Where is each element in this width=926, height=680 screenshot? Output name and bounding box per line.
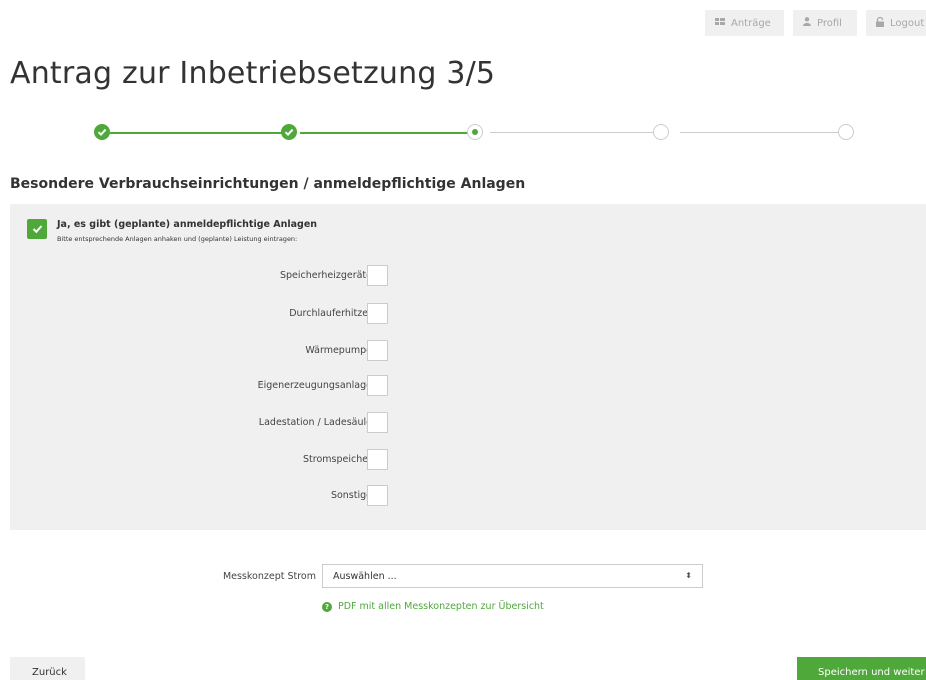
option-label: Ladestation / Ladesäule [258,417,372,428]
check-icon [284,128,294,137]
save-and-continue-button[interactable]: Speichern und weiter [797,657,926,680]
top-nav: Anträge Profil Logout [705,10,926,36]
option-eigenerzeugungsanlage: Eigenerzeugungsanlage [10,375,410,397]
option-label: Eigenerzeugungsanlage [257,380,372,391]
option-sonstige: Sonstige [10,485,410,507]
step-3-current [467,124,483,140]
user-icon [803,17,811,29]
logout-label: Logout [890,17,925,29]
anmeldepflichtig-checkbox[interactable] [27,219,47,239]
back-button[interactable]: Zurück [10,657,85,680]
messkonzept-selected-value: Auswählen ... [333,571,397,582]
grid-icon [715,17,725,29]
option-label: Wärmepumpe [305,345,372,356]
messkonzept-label: Messkonzept Strom [222,571,316,582]
step-2-done [281,124,297,140]
profil-button[interactable]: Profil [793,10,857,36]
option-label: Sonstige [330,490,372,501]
antraege-button[interactable]: Anträge [705,10,784,36]
step-1-done [94,124,110,140]
lock-icon [876,16,884,30]
pdf-messkonzepte-link[interactable]: ? PDF mit allen Messkonzepten zur Übersi… [322,601,544,612]
option-label: Durchlauferhitzer [289,308,372,319]
anmeldepflichtig-label: Ja, es gibt (geplante) anmeldepflichtige… [57,219,318,230]
check-icon [32,225,42,234]
option-stromspeicher: Stromspeicher [10,449,410,471]
step-5-todo [838,124,854,140]
progress-stepper [94,124,854,144]
antraege-label: Anträge [731,17,771,29]
anlagen-panel: Ja, es gibt (geplante) anmeldepflichtige… [10,204,926,530]
messkonzept-select[interactable]: Auswählen ... ⬍ [322,564,703,588]
option-ladestation: Ladestation / Ladesäule [10,412,410,434]
stepper-line [680,132,840,133]
option-checkbox[interactable] [367,412,388,433]
stepper-line [300,132,474,134]
option-checkbox[interactable] [367,485,388,506]
anmeldepflichtig-hint: Bitte entsprechende Anlagen anhaken und … [57,235,298,243]
question-icon: ? [322,601,332,612]
option-checkbox[interactable] [367,375,388,396]
option-label: Speicherheizgeräte [279,270,372,281]
option-checkbox[interactable] [367,340,388,361]
logout-button[interactable]: Logout [866,10,926,36]
step-4-todo [653,124,669,140]
option-waermepumpe: Wärmepumpe [10,340,410,362]
pdf-link-label: PDF mit allen Messkonzepten zur Übersich… [338,601,544,612]
option-checkbox[interactable] [367,449,388,470]
option-durchlauferhitzer: Durchlauferhitzer [10,303,410,325]
check-icon [97,128,107,137]
page-title: Antrag zur Inbetriebsetzung 3/5 [10,56,496,91]
stepper-line [490,132,664,133]
option-checkbox[interactable] [367,303,388,324]
profil-label: Profil [817,17,842,29]
option-label: Stromspeicher [303,454,372,465]
option-checkbox[interactable] [367,265,388,286]
section-title: Besondere Verbrauchseinrichtungen / anme… [10,176,526,192]
select-arrows-icon: ⬍ [685,571,692,580]
stepper-line [110,132,284,134]
option-speicherheizgeraete: Speicherheizgeräte [10,265,410,287]
